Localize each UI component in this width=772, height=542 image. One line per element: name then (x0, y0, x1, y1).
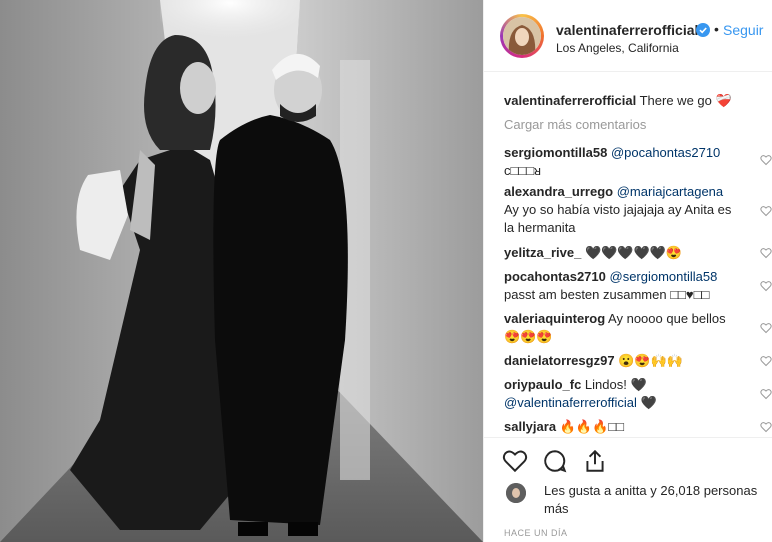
follow-button[interactable]: Seguir (723, 22, 763, 38)
comment-item: alexandra_urrego @mariajcartagena Ay yo … (504, 183, 744, 237)
comment-like-heart-icon[interactable] (760, 322, 772, 334)
comment-text: passt am besten zusammen □□♥□□ (504, 287, 710, 302)
comment-username[interactable]: valeriaquinterog (504, 311, 605, 326)
heart-icon[interactable] (502, 448, 528, 474)
comment-like-heart-icon[interactable] (760, 421, 772, 433)
load-more-comments-button[interactable]: Cargar más comentarios (504, 117, 646, 132)
comment-like-heart-icon[interactable] (760, 154, 772, 166)
liker-avatar[interactable] (506, 483, 526, 503)
comment-like-heart-icon[interactable] (760, 280, 772, 292)
comment-mention[interactable]: @sergiomontilla58 (610, 269, 718, 284)
comment-username[interactable]: pocahontas2710 (504, 269, 606, 284)
comment-username[interactable]: yelitza_rive_ (504, 245, 581, 260)
comment-mention[interactable]: @valentinaferrerofficial 🖤 (504, 395, 657, 410)
comment-item: oriypaulo_fc Lindos! 🖤 @valentinaferrero… (504, 376, 744, 412)
author-username[interactable]: valentinaferrerofficial (556, 22, 698, 38)
post-location[interactable]: Los Angeles, California (556, 41, 679, 55)
comment-like-heart-icon[interactable] (760, 355, 772, 367)
post-photo-graphic (0, 0, 483, 542)
caption: valentinaferrerofficial There we go ❤️‍🩹 (504, 92, 754, 110)
header-separator: • (714, 21, 719, 37)
comment-like-heart-icon[interactable] (760, 247, 772, 259)
comment-item: pocahontas2710 @sergiomontilla58 passt a… (504, 268, 744, 304)
verified-badge-icon (696, 23, 710, 37)
comment-mention[interactable]: @pocahontas2710 (611, 145, 720, 160)
caption-text: There we go ❤️‍🩹 (639, 93, 732, 108)
comment-text: Ay yo so había visto jajajaja ay Anita e… (504, 202, 732, 235)
post-photo[interactable] (0, 0, 483, 542)
post-sidebar: valentinaferrerofficial • Seguir Los Ang… (483, 0, 772, 542)
comment-item: danielatorresgz97 😮😍🙌🙌 (504, 352, 744, 370)
likes-summary[interactable]: Les gusta a anitta y 26,018 personas más (544, 482, 764, 518)
comment-text: Ay noooo que bellos (608, 311, 726, 326)
caption-username[interactable]: valentinaferrerofficial (504, 93, 636, 108)
comment-mention[interactable]: @mariajcartagena (617, 184, 723, 199)
author-avatar[interactable] (500, 14, 544, 58)
author-avatar-image (503, 17, 541, 55)
comment-username[interactable]: sallyjara (504, 419, 556, 434)
comment-username[interactable]: alexandra_urrego (504, 184, 613, 199)
share-icon[interactable] (582, 448, 608, 474)
post-timestamp[interactable]: HACE UN DÍA (504, 528, 568, 538)
comment-username[interactable]: oriypaulo_fc (504, 377, 581, 392)
comment-item: yelitza_rive_ 🖤🖤🖤🖤🖤😍 (504, 244, 744, 262)
comment-item: sallyjara 🔥🔥🔥□□ (504, 418, 744, 436)
comment-username[interactable]: danielatorresgz97 (504, 353, 615, 368)
post-header: valentinaferrerofficial • Seguir Los Ang… (484, 0, 772, 72)
comment-icon[interactable] (542, 448, 568, 474)
comment-text: 😍😍😍 (504, 329, 553, 344)
comment-item: valeriaquinterog Ay noooo que bellos 😍😍😍 (504, 310, 744, 346)
comment-item: sergiomontilla58 @pocahontas2710 c□□□ᴚ (504, 144, 744, 180)
post-actions: Les gusta a anitta y 26,018 personas más… (484, 437, 772, 542)
comment-text: Lindos! 🖤 (584, 377, 647, 392)
comment-text: 🖤🖤🖤🖤🖤😍 (584, 245, 683, 260)
comment-text: 🔥🔥🔥□□ (559, 419, 624, 434)
comments-list[interactable]: valentinaferrerofficial There we go ❤️‍🩹… (484, 72, 772, 436)
comment-like-heart-icon[interactable] (760, 205, 772, 217)
comment-text: c□□□ᴚ (504, 163, 542, 178)
comment-like-heart-icon[interactable] (760, 388, 772, 400)
comment-text: 😮😍🙌🙌 (618, 353, 683, 368)
comment-username[interactable]: sergiomontilla58 (504, 145, 607, 160)
